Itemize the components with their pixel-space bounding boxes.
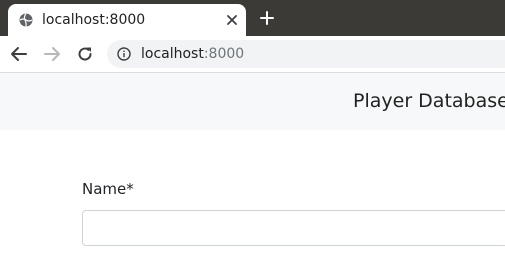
url-text: localhost:8000	[141, 45, 244, 63]
name-input[interactable]	[82, 210, 505, 246]
plus-icon[interactable]	[259, 10, 275, 26]
url-host: localhost	[141, 46, 204, 62]
arrow-left-icon[interactable]	[10, 45, 28, 63]
app-navbar: Player Database	[0, 73, 505, 130]
address-bar[interactable]: localhost:8000	[107, 40, 505, 68]
globe-icon	[19, 13, 33, 27]
navbar-brand[interactable]: Player Database	[353, 90, 505, 112]
info-icon[interactable]	[117, 47, 131, 61]
name-label: Name*	[82, 180, 134, 198]
url-port: :8000	[203, 46, 245, 62]
reload-icon[interactable]	[76, 45, 94, 63]
browser-tab-strip: localhost:8000	[0, 0, 505, 36]
close-icon[interactable]	[224, 12, 240, 28]
browser-tab[interactable]: localhost:8000	[8, 4, 246, 36]
browser-toolbar: localhost:8000	[0, 36, 505, 73]
arrow-right-icon[interactable]	[43, 45, 61, 63]
tab-title: localhost:8000	[42, 12, 146, 28]
